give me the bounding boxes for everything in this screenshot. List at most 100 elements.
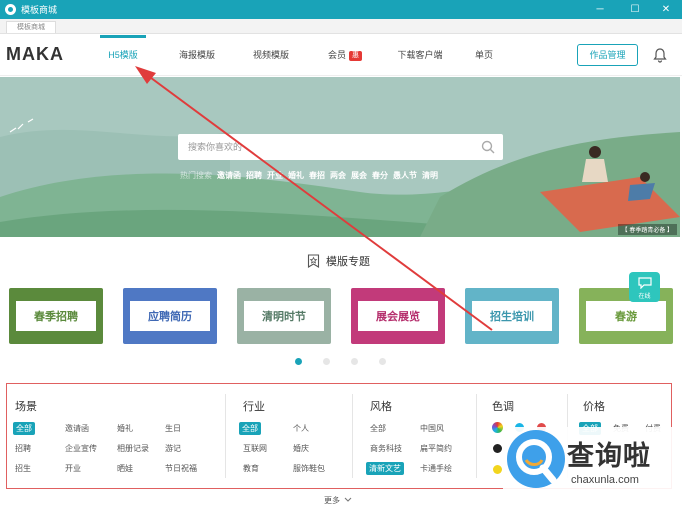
nav-single-page[interactable]: 单页 [470, 35, 498, 76]
filter-style-option[interactable]: 全部 [370, 423, 386, 434]
hot-search-link[interactable]: 展会 [351, 170, 367, 182]
filter-price-heading: 价格 [583, 401, 605, 413]
nav-label: 下载客户端 [397, 50, 443, 60]
carousel-dot[interactable] [295, 358, 302, 365]
filter-style-option[interactable]: 商务科技 [370, 443, 402, 454]
filter-style-option[interactable]: 清新文艺 [366, 462, 404, 475]
hot-search-link[interactable]: 春分 [372, 170, 388, 182]
search-box [178, 134, 503, 160]
topic-card-resume[interactable]: 应聘简历 [123, 288, 217, 344]
nav-label: 会员 [327, 50, 346, 60]
filter-style-option[interactable]: 卡通手绘 [420, 463, 452, 474]
works-manage-button[interactable]: 作品管理 [577, 44, 638, 66]
carousel-dot[interactable] [379, 358, 386, 365]
filter-color-heading: 色调 [492, 401, 514, 413]
hot-search-link[interactable]: 招聘 [246, 170, 262, 182]
nav-membership[interactable]: 会员惠 [322, 35, 368, 76]
color-swatch-yellow[interactable] [493, 465, 502, 474]
hot-search-link[interactable]: 春招 [309, 170, 325, 182]
filter-scene-option[interactable]: 生日 [165, 423, 181, 434]
filter-scene-option[interactable]: 节日祝福 [165, 463, 197, 474]
filter-industry-option[interactable]: 服饰鞋包 [293, 463, 325, 474]
filter-scene-option[interactable]: 企业宣传 [65, 443, 97, 454]
window-title: 模板商城 [21, 5, 58, 15]
watermark: 查询啦 chaxunla.com [503, 427, 676, 494]
hero-banner[interactable]: 热门搜索 邀请函 招聘 开业 婚礼 春招 两会 展会 春分 愚人节 清明 【 春… [0, 77, 680, 237]
online-chat-button[interactable]: 在线 [629, 272, 660, 302]
divider [476, 394, 477, 478]
filter-scene-option[interactable]: 游记 [165, 443, 181, 454]
topic-card-label: 春游 [586, 301, 666, 331]
filter-scene-option[interactable]: 全部 [13, 422, 35, 435]
filter-scene-heading: 场景 [15, 401, 37, 413]
title-bar: 模板商城 ─ ☐ ✕ [0, 0, 682, 19]
divider [352, 394, 353, 478]
hot-search-link[interactable]: 开业 [267, 170, 283, 182]
carousel-dots [295, 358, 386, 365]
topic-card-label: 展会展览 [358, 301, 438, 331]
filter-style-option[interactable]: 扁平简约 [420, 443, 452, 454]
minimize-button[interactable]: ─ [582, 0, 618, 19]
topic-card-exhibition[interactable]: 展会展览 [351, 288, 445, 344]
filter-scene-option[interactable]: 相册记录 [117, 443, 149, 454]
section-title: 模版专题 [307, 253, 370, 269]
color-all-swatch[interactable] [492, 422, 503, 433]
tab-mall[interactable]: 模板商城 [6, 21, 56, 33]
filter-scene-option[interactable]: 招生 [15, 463, 31, 474]
hot-search-link[interactable]: 愚人节 [393, 170, 417, 182]
nav-label: H5模版 [108, 50, 138, 60]
search-icon[interactable] [481, 140, 495, 154]
hot-search-link[interactable]: 婚礼 [288, 170, 304, 182]
brand-logo[interactable]: MAKA [6, 44, 64, 65]
hot-search-link[interactable]: 邀请函 [217, 170, 241, 182]
app-window: 模板商城 ─ ☐ ✕ 模板商城 MAKA H5模版 海报模版 视频模版 会员惠 … [0, 0, 682, 516]
chat-bubble-icon [637, 277, 652, 290]
filter-scene-option[interactable]: 招聘 [15, 443, 31, 454]
filter-industry-option[interactable]: 教育 [243, 463, 259, 474]
nav-label: 视频模版 [252, 50, 289, 60]
chat-label: 在线 [638, 294, 651, 300]
banner-caption: 【 春季踏青必备 】 [617, 224, 677, 235]
tab-strip: 模板商城 [0, 19, 682, 34]
watermark-url: chaxunla.com [571, 474, 639, 486]
bell-icon[interactable] [652, 47, 668, 63]
hot-search-link[interactable]: 两会 [330, 170, 346, 182]
carousel-dot[interactable] [323, 358, 330, 365]
filter-style-option[interactable]: 中国风 [420, 423, 444, 434]
search-input[interactable] [178, 134, 468, 160]
chevron-down-icon [344, 497, 352, 502]
nav-video-template[interactable]: 视频模版 [247, 35, 295, 76]
nav-poster-template[interactable]: 海报模版 [173, 35, 221, 76]
filter-industry-option[interactable]: 全部 [239, 422, 261, 435]
filter-scene-option[interactable]: 晒娃 [117, 463, 133, 474]
hot-search-label: 热门搜索 [180, 171, 212, 180]
topic-card-label: 招生培训 [472, 301, 552, 331]
close-button[interactable]: ✕ [648, 0, 682, 19]
watermark-logo-icon [507, 430, 565, 488]
topic-card-label: 应聘简历 [130, 301, 210, 331]
hot-search-link[interactable]: 清明 [422, 170, 438, 182]
filter-scene-option[interactable]: 邀请函 [65, 423, 89, 434]
topic-card-spring-recruit[interactable]: 春季招聘 [9, 288, 103, 344]
topic-card-label: 春季招聘 [16, 301, 96, 331]
color-swatch-black[interactable] [493, 444, 502, 453]
more-label: 更多 [324, 495, 340, 505]
topic-card-enrollment[interactable]: 招生培训 [465, 288, 559, 344]
carousel-dot[interactable] [351, 358, 358, 365]
topic-card-qingming[interactable]: 清明时节 [237, 288, 331, 344]
nav-download-client[interactable]: 下载客户端 [392, 35, 448, 76]
filter-industry-option[interactable]: 个人 [293, 423, 309, 434]
discount-badge: 惠 [349, 51, 362, 61]
filter-style-heading: 风格 [370, 401, 392, 413]
section-title-text: 模版专题 [326, 256, 370, 268]
app-logo-icon [5, 4, 16, 15]
hot-search-row: 热门搜索 邀请函 招聘 开业 婚礼 春招 两会 展会 春分 愚人节 清明 [180, 170, 438, 182]
more-filters-button[interactable]: 更多 [305, 490, 371, 510]
nav-h5-template[interactable]: H5模版 [100, 35, 146, 76]
filter-industry-option[interactable]: 互联网 [243, 443, 267, 454]
watermark-title: 查询啦 [567, 441, 651, 471]
filter-industry-option[interactable]: 婚庆 [293, 443, 309, 454]
filter-scene-option[interactable]: 婚礼 [117, 423, 133, 434]
filter-scene-option[interactable]: 开业 [65, 463, 81, 474]
bookmark-star-icon [307, 254, 320, 268]
